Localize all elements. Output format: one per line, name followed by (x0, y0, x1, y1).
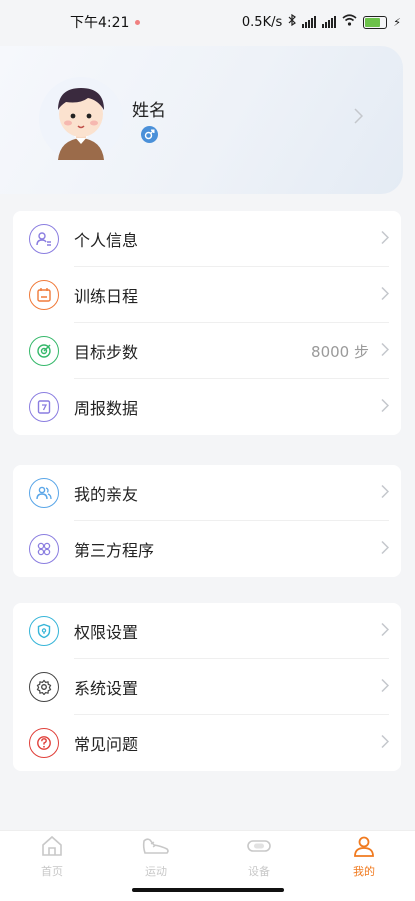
status-bar: 下午4:21 0.5K/s ⚡ (0, 0, 415, 44)
target-steps-value: 8000 步 (311, 342, 369, 361)
menu-item-my-friends[interactable]: 我的亲友 (13, 465, 401, 521)
nav-label: 我的 (353, 865, 375, 878)
menu-group-profile: 个人信息 训练日程 目标步数 8000 步 周报数据 (13, 211, 401, 435)
nav-sport[interactable]: 运动 (126, 835, 186, 879)
profile-name: 姓名 (132, 101, 166, 121)
chevron-right-icon (381, 484, 390, 503)
menu-item-training-schedule[interactable]: 训练日程 (13, 267, 401, 323)
chevron-right-icon (354, 108, 364, 128)
chevron-right-icon (381, 622, 390, 641)
apps-icon (29, 534, 59, 564)
avatar[interactable] (38, 76, 124, 162)
menu-item-label: 个人信息 (74, 231, 139, 250)
band-icon (245, 840, 273, 861)
menu-item-label: 权限设置 (74, 623, 139, 642)
weekly-report-icon (29, 392, 59, 422)
nav-label: 设备 (248, 865, 270, 878)
male-icon (141, 126, 158, 143)
question-icon (29, 728, 59, 758)
bluetooth-icon (288, 13, 297, 30)
shield-icon (29, 616, 59, 646)
status-time: 下午4:21 (70, 15, 130, 31)
calendar-icon (29, 280, 59, 310)
charging-icon: ⚡ (393, 15, 401, 29)
signal-1-icon (302, 16, 317, 28)
menu-item-personal-info[interactable]: 个人信息 (13, 211, 401, 267)
menu-item-label: 系统设置 (74, 679, 139, 698)
menu-item-label: 常见问题 (74, 735, 139, 754)
signal-2-icon (322, 16, 337, 28)
menu-item-system-settings[interactable]: 系统设置 (13, 659, 401, 715)
profile-card[interactable]: 姓名 (0, 46, 403, 194)
wifi-icon (342, 14, 357, 30)
chevron-right-icon (381, 286, 390, 305)
target-icon (29, 336, 59, 366)
gear-icon (29, 672, 59, 702)
chevron-right-icon (381, 398, 390, 417)
menu-item-faq[interactable]: 常见问题 (13, 715, 401, 771)
menu-item-third-party-apps[interactable]: 第三方程序 (13, 521, 401, 577)
notification-dot-icon (135, 19, 141, 25)
home-icon (40, 835, 64, 861)
nav-device[interactable]: 设备 (229, 835, 289, 879)
menu-item-label: 我的亲友 (74, 485, 139, 504)
nav-label: 首页 (41, 865, 63, 878)
home-indicator[interactable] (132, 888, 284, 892)
network-speed: 0.5K/s (241, 14, 283, 30)
menu-item-label: 周报数据 (74, 399, 139, 418)
chevron-right-icon (381, 734, 390, 753)
menu-item-weekly-report[interactable]: 周报数据 (13, 379, 401, 435)
menu-group-social: 我的亲友 第三方程序 (13, 465, 401, 577)
nav-home[interactable]: 首页 (22, 835, 82, 879)
nav-label: 运动 (145, 865, 167, 878)
nav-mine[interactable]: 我的 (334, 835, 394, 879)
battery-icon (363, 15, 388, 29)
shoe-icon (141, 838, 171, 861)
person-card-icon (29, 224, 59, 254)
menu-item-permission-settings[interactable]: 权限设置 (13, 603, 401, 659)
menu-item-label: 训练日程 (74, 287, 139, 306)
menu-item-target-steps[interactable]: 目标步数 8000 步 (13, 323, 401, 379)
chevron-right-icon (381, 230, 390, 249)
person-icon (352, 836, 376, 861)
chevron-right-icon (381, 342, 390, 361)
friends-icon (29, 478, 59, 508)
menu-item-label: 第三方程序 (74, 541, 155, 560)
chevron-right-icon (381, 540, 390, 559)
menu-item-label: 目标步数 (74, 343, 139, 362)
menu-group-settings: 权限设置 系统设置 常见问题 (13, 603, 401, 771)
chevron-right-icon (381, 678, 390, 697)
